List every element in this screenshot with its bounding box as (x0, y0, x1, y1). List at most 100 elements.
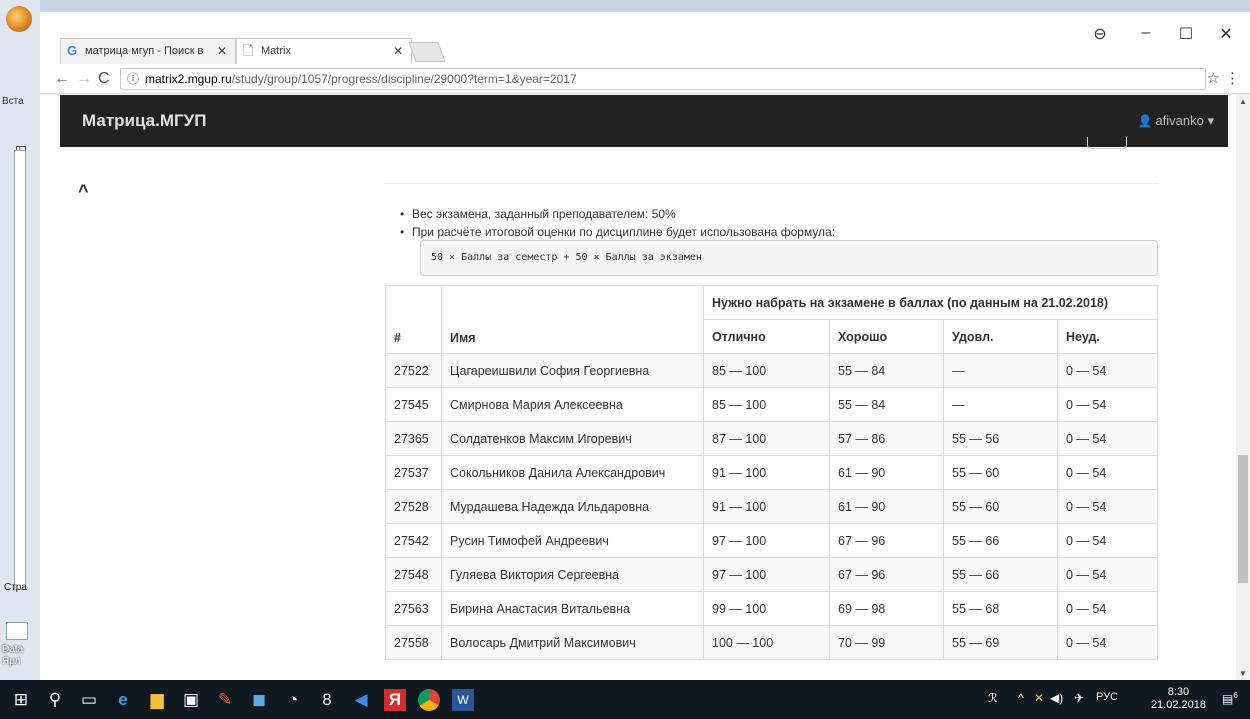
scroll-up-icon[interactable]: ▲ (1239, 97, 1247, 106)
profile-icon[interactable]: ⊖ (1080, 24, 1120, 44)
close-icon[interactable]: ✕ (393, 39, 403, 63)
tab-matrix[interactable]: 🗋 Matrix ✕ (236, 38, 412, 64)
maximize-button[interactable]: ☐ (1166, 24, 1206, 44)
info-list: Вес экзамена, заданный преподавателем: 5… (400, 205, 835, 241)
col-header-num[interactable]: # (385, 285, 442, 354)
cell-excellent: 85 — 100 (703, 353, 830, 388)
task-view-icon[interactable]: ▭ (78, 689, 100, 711)
col-header-excellent[interactable]: Отлично (703, 319, 830, 354)
volume-icon[interactable]: ◀) (1050, 691, 1063, 705)
cell-id: 27542 (385, 523, 442, 558)
cell-name: Волосарь Дмитрий Максимович (441, 625, 704, 660)
close-icon[interactable]: ✕ (217, 39, 227, 63)
clock-time: 8:30 (1167, 686, 1190, 698)
pin-tray-icon[interactable]: ✈ (1074, 691, 1084, 705)
cell-id: 27545 (385, 387, 442, 422)
new-tab-button[interactable] (408, 42, 446, 62)
desktop-shortcut-icon[interactable] (6, 622, 28, 640)
cell-good: 67 — 96 (829, 557, 944, 592)
user-menu[interactable]: 👤 afivanko ▾ (1137, 113, 1214, 129)
scrollbar-thumb[interactable] (1238, 455, 1248, 583)
clock-date: 21.02.2018 (1150, 699, 1206, 711)
col-header-fail[interactable]: Неуд. (1057, 319, 1158, 354)
table-row: 27563 Бирина Анастасия Витальевна 99 — 100… (385, 591, 1158, 626)
site-navbar: Матрица.МГУП 👤 afivanko ▾ (60, 95, 1228, 147)
taskbar: ⊞ ⚲ ▭ e ▆ ▣ ✎ ◼ ◔ 8 ◀ Я W ℛ ^ ✕ ◀) ✈ РУС… (0, 680, 1250, 719)
language-indicator[interactable]: РУС (1096, 691, 1118, 703)
table-row: 27522 Цагареишвили София Георгиевна 85 — 1… (385, 353, 1158, 388)
table-row: 27542 Русин Тимофей Андреевич 97 — 100 67 —… (385, 523, 1158, 558)
pin-icon[interactable]: ✎ (214, 689, 236, 711)
word-title-bar (40, 0, 1250, 12)
url-host: matrix2.mgup.ru (145, 72, 232, 86)
minimize-button[interactable]: – (1126, 24, 1166, 42)
store-icon[interactable]: ▣ (180, 689, 202, 711)
col-header-good[interactable]: Хорошо (829, 319, 944, 354)
url-path: /study/group/1057/progress/discipline/29… (231, 72, 577, 86)
cell-excellent: 100 — 100 (703, 625, 830, 660)
cell-fail: 0 — 54 (1057, 455, 1158, 490)
table-row: 27365 Солдатенков Максим Игоревич 87 — 100… (385, 421, 1158, 456)
tab-search[interactable]: G матрица мгуп - Поиск в ✕ (60, 38, 236, 64)
scroll-down-icon[interactable]: ▼ (1239, 669, 1247, 678)
cell-satisfactory: 55 — 60 (943, 455, 1058, 490)
tab-strip: G матрица мгуп - Поиск в ✕ 🗋 Matrix ✕ ⊖ … (40, 12, 1250, 64)
partial-button[interactable] (1087, 137, 1127, 149)
cell-name: Гуляева Виктория Сергеевна (441, 557, 704, 592)
col-header-name[interactable]: Имя (441, 285, 704, 354)
cell-excellent: 97 — 100 (703, 523, 830, 558)
clock[interactable]: 8:30 21.02.2018 (1151, 686, 1206, 712)
cell-fail: 0 — 54 (1057, 557, 1158, 592)
media-icon[interactable]: ◼ (248, 689, 270, 711)
exam-weight-text: Вес экзамена, заданный преподавателем: 5… (400, 205, 835, 223)
menu-icon[interactable]: ⋮ (1225, 69, 1240, 87)
cell-satisfactory: — (943, 353, 1058, 388)
yandex-icon[interactable]: Я (384, 689, 406, 711)
cell-good: 57 — 86 (829, 421, 944, 456)
reload-button[interactable]: C (98, 69, 110, 89)
cell-satisfactory: 55 — 60 (943, 489, 1058, 524)
windows-start-icon[interactable]: ⊞ (10, 689, 32, 711)
cell-excellent: 91 — 100 (703, 489, 830, 524)
search-icon[interactable]: ⚲ (44, 689, 66, 711)
cell-name: Бирина Анастасия Витальевна (441, 591, 704, 626)
user-name: afivanko (1155, 113, 1204, 128)
close-window-button[interactable]: ✕ (1206, 24, 1246, 44)
chevron-up-icon[interactable]: ^ (78, 181, 89, 202)
back-button[interactable]: ← (54, 69, 70, 89)
site-info-icon[interactable]: ⓘ (127, 72, 139, 86)
cell-good: 55 — 84 (829, 353, 944, 388)
cell-satisfactory: 55 — 66 (943, 557, 1058, 592)
vertical-scrollbar[interactable]: ▲ ▼ (1236, 95, 1250, 680)
table-row: 27537 Сокольников Данила Александрович 91 … (385, 455, 1158, 490)
cell-fail: 0 — 54 (1057, 489, 1158, 524)
network-icon[interactable]: ✕ (1034, 691, 1044, 705)
chrome-icon[interactable] (418, 689, 440, 711)
col-header-satisfactory[interactable]: Удовл. (943, 319, 1058, 354)
cell-id: 27522 (385, 353, 442, 388)
word-insert-label[interactable]: Вста (2, 96, 24, 107)
cell-id: 27528 (385, 489, 442, 524)
cell-name: Сокольников Данила Александрович (441, 455, 704, 490)
notifications-icon[interactable]: ▤6 (1222, 691, 1238, 706)
edge-icon[interactable]: e (112, 689, 134, 711)
site-brand[interactable]: Матрица.МГУП (82, 111, 206, 131)
bookmark-star-icon[interactable]: ☆ (1207, 69, 1220, 87)
office-logo-icon[interactable] (6, 6, 32, 32)
file-explorer-icon[interactable]: ▆ (146, 689, 168, 711)
cell-good: 55 — 84 (829, 387, 944, 422)
people-tray-icon[interactable]: ℛ (988, 691, 998, 705)
people-icon[interactable]: 8 (316, 689, 338, 711)
cell-satisfactory: 55 — 56 (943, 421, 1058, 456)
chevron-up-icon[interactable]: ^ (1018, 691, 1024, 705)
table-row: 27558 Волосарь Дмитрий Максимович 100 — 10… (385, 625, 1158, 660)
word-icon[interactable]: W (452, 689, 474, 711)
page-viewport: Матрица.МГУП 👤afivanko ▾ ^ Вес экзамена,… (40, 95, 1236, 680)
cell-id: 27365 (385, 421, 442, 456)
cell-name: Цагареишвили София Георгиевна (441, 353, 704, 388)
clock-app-icon[interactable]: ◔ (282, 689, 304, 711)
address-bar[interactable]: ⓘ matrix2.mgup.ru/study/group/1057/progre… (120, 68, 1206, 90)
media-player-icon[interactable]: ◀ (350, 689, 372, 711)
forward-button[interactable]: → (76, 69, 92, 89)
cell-fail: 0 — 54 (1057, 625, 1158, 660)
